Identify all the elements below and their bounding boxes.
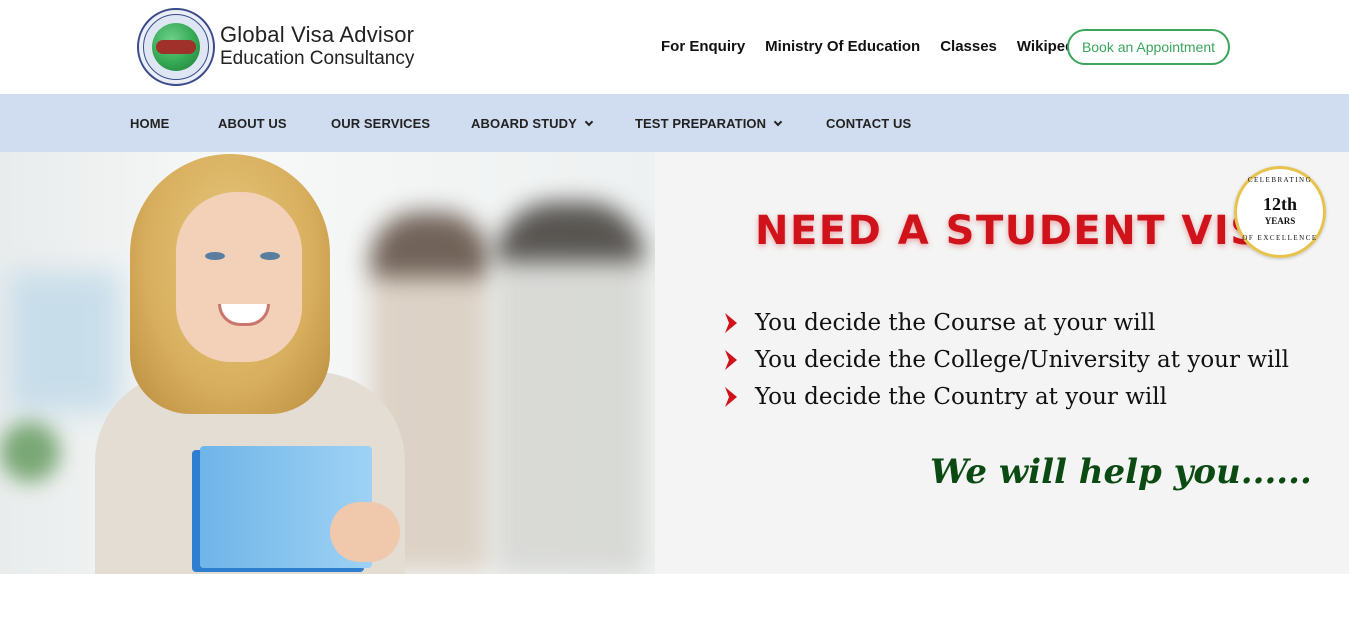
badge-years: YEARS: [1264, 216, 1296, 226]
nav-test-preparation[interactable]: TEST PREPARATION: [635, 116, 783, 131]
link-for-enquiry[interactable]: For Enquiry: [661, 38, 745, 55]
bullet-item: You decide the College/University at you…: [722, 341, 1289, 378]
hero-headline: NEED A STUDENT VISA: [755, 208, 1294, 254]
nav-test-preparation-label: TEST PREPARATION: [635, 116, 767, 131]
blurred-person-right: [495, 202, 645, 574]
nav-our-services[interactable]: OUR SERVICES: [331, 116, 430, 131]
nav-contact-us-label: CONTACT US: [826, 116, 912, 131]
brand-subtitle: Education Consultancy: [220, 48, 415, 69]
main-nav: HOME ABOUT US OUR SERVICES ABOARD STUDY …: [0, 94, 1349, 152]
book-appointment-button[interactable]: Book an Appointment: [1067, 29, 1230, 65]
nav-contact-us[interactable]: CONTACT US: [826, 116, 911, 131]
brand-title: Global Visa Advisor: [220, 22, 415, 47]
top-links: For Enquiry Ministry Of Education Classe…: [661, 38, 1107, 55]
hero-banner: NEED A STUDENT VISA CELEBRATING 12th YEA…: [0, 152, 1349, 574]
student-eye-right: [260, 252, 280, 260]
bullet-text: You decide the Course at your will: [755, 309, 1156, 336]
hero-bullets: You decide the Course at your will You d…: [722, 304, 1289, 415]
hero-tagline: We will help you......: [930, 452, 1312, 492]
student-hand: [330, 502, 400, 562]
red-arrow-icon: [725, 349, 737, 370]
link-ministry-of-education[interactable]: Ministry Of Education: [765, 38, 920, 55]
link-classes[interactable]: Classes: [940, 38, 997, 55]
brand-logo[interactable]: [137, 8, 215, 86]
handshake-icon: [156, 40, 196, 54]
nav-about-us[interactable]: ABOUT US: [218, 116, 287, 131]
badge-celebrating: CELEBRATING: [1247, 176, 1313, 184]
student-face: [176, 192, 302, 362]
bullet-text: You decide the Country at your will: [755, 383, 1167, 410]
top-header: Global Visa Advisor Education Consultanc…: [0, 0, 1349, 94]
nav-our-services-label: OUR SERVICES: [331, 116, 431, 131]
bullet-item: You decide the Course at your will: [722, 304, 1289, 341]
nav-aboard-study[interactable]: ABOARD STUDY: [471, 116, 594, 131]
badge-excellence: OF EXCELLENCE: [1242, 234, 1318, 242]
student-eye-left: [205, 252, 225, 260]
red-arrow-icon: [725, 312, 737, 333]
badge-number: 12th: [1262, 194, 1297, 214]
bullet-text: You decide the College/University at you…: [755, 346, 1290, 373]
bullet-item: You decide the Country at your will: [722, 378, 1289, 415]
nav-about-us-label: ABOUT US: [218, 116, 287, 131]
nav-aboard-study-label: ABOARD STUDY: [471, 116, 577, 131]
nav-home[interactable]: HOME: [130, 116, 169, 131]
brand-name[interactable]: Global Visa Advisor Education Consultanc…: [220, 22, 414, 70]
blurred-window: [10, 272, 120, 412]
nav-home-label: HOME: [130, 116, 170, 131]
red-arrow-icon: [725, 386, 737, 407]
chevron-down-icon: [773, 117, 783, 126]
blurred-plant: [0, 422, 60, 482]
hero-photo: [0, 152, 655, 574]
anniversary-badge: CELEBRATING 12th YEARS OF EXCELLENCE: [1234, 166, 1326, 258]
chevron-down-icon: [584, 117, 594, 126]
